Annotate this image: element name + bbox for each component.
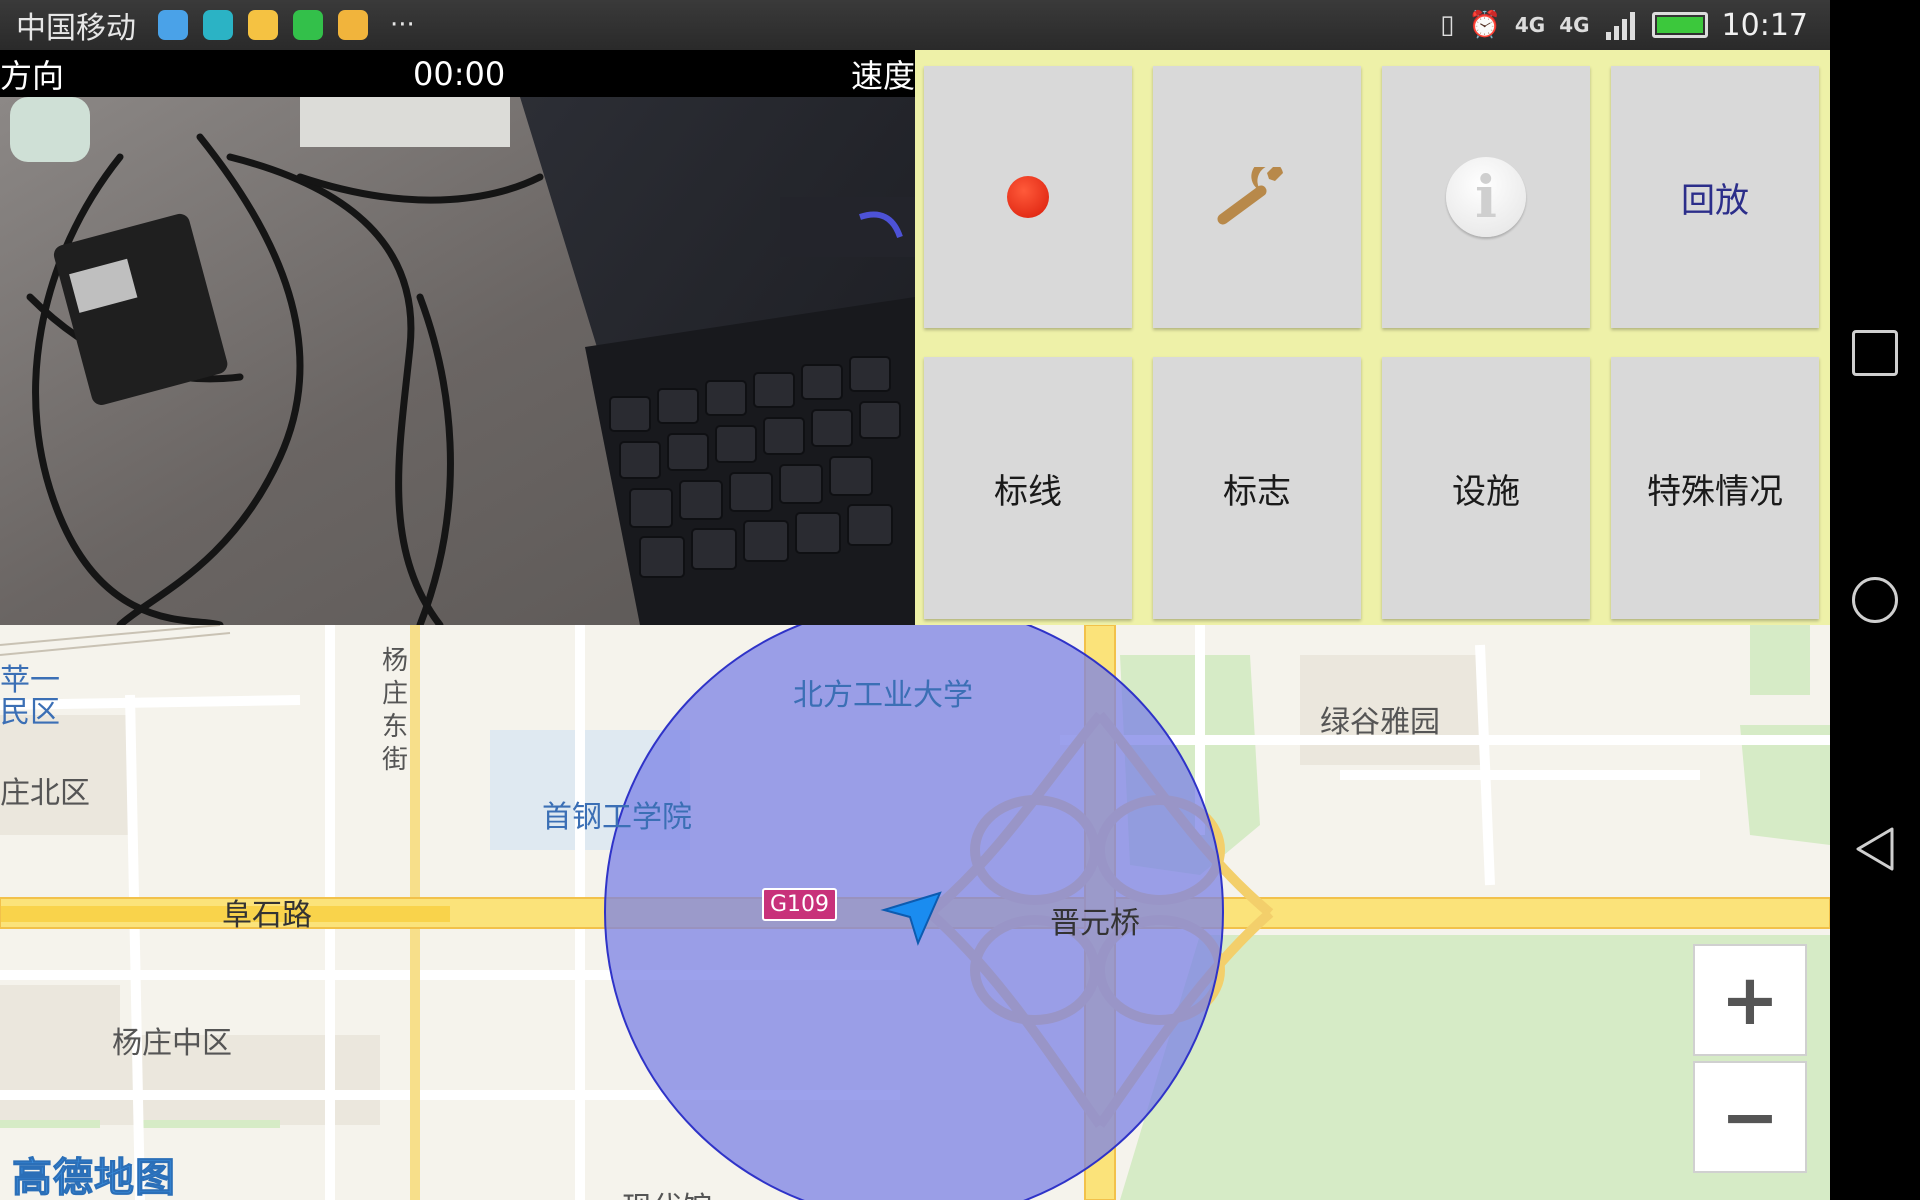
status-bar: 中国移动 ··· ▯ ⏰ 4G 4G 10:17 — [0, 0, 1830, 50]
map-label-green-garden: 绿谷雅园 — [1320, 705, 1440, 740]
special-situation-label: 特殊情况 — [1647, 471, 1783, 512]
marking-line-button[interactable]: 标线 — [924, 357, 1132, 619]
map-label-bottom: 现代馆 — [622, 1183, 712, 1200]
signal-icon — [1605, 12, 1635, 40]
camera-preview: 方向 00:00 速度 — [0, 50, 915, 625]
network-type-1: 4G — [1514, 13, 1546, 37]
map-label-bridge: 晋元桥 — [1050, 906, 1140, 941]
map-label-yangzhuang-north: 庄北区 — [0, 776, 90, 811]
back-icon[interactable] — [1852, 826, 1898, 872]
recent-apps-icon[interactable] — [1852, 330, 1898, 376]
vibrate-icon: ▯ — [1440, 10, 1455, 40]
weibo-icon — [248, 10, 278, 40]
home-icon[interactable] — [1852, 577, 1898, 623]
speed-label: 速度 — [850, 56, 915, 95]
battery-icon — [1651, 12, 1708, 38]
map-label-yangzhuang-mid: 杨庄中区 — [112, 1026, 232, 1061]
marking-line-label: 标线 — [994, 471, 1062, 512]
facility-button[interactable]: 设施 — [1382, 357, 1590, 619]
record-button[interactable] — [924, 66, 1132, 328]
control-panel: i 回放 标线 标志 设施 特殊情况 — [915, 50, 1830, 625]
recording-timer: 00:00 — [413, 54, 506, 93]
facility-label: 设施 — [1452, 471, 1520, 512]
info-button[interactable]: i — [1382, 66, 1590, 328]
map-label-fushi-road: 阜石路 — [222, 898, 312, 933]
map-label-college: 首钢工学院 — [542, 800, 692, 835]
alarm-icon: ⏰ — [1468, 10, 1501, 40]
zoom-in-button[interactable]: + — [1693, 944, 1807, 1056]
wrench-icon — [1217, 167, 1283, 225]
amap-logo: 高德地图 — [12, 1155, 176, 1200]
info-icon: i — [1446, 157, 1526, 237]
map-label-pingyi-residential: 民区 — [0, 695, 60, 730]
android-icon — [203, 10, 233, 40]
wechat-icon — [293, 10, 323, 40]
network-type-2: 4G — [1559, 13, 1590, 37]
record-dot-icon — [1007, 176, 1049, 218]
clock: 10:17 — [1721, 7, 1808, 43]
camera-image — [0, 97, 915, 625]
navigation-bar — [1830, 0, 1920, 1200]
shopping-bag-icon — [338, 10, 368, 40]
direction-label: 方向 — [0, 56, 65, 95]
sign-button[interactable]: 标志 — [1153, 357, 1361, 619]
camera-header: 方向 00:00 速度 — [0, 50, 915, 97]
special-situation-button[interactable]: 特殊情况 — [1611, 357, 1819, 619]
road-badge-g109: G109 — [762, 888, 838, 921]
replay-button[interactable]: 回放 — [1611, 66, 1819, 328]
sign-label: 标志 — [1223, 471, 1291, 512]
zoom-out-button[interactable]: − — [1693, 1061, 1807, 1173]
qq-browser-icon — [158, 10, 188, 40]
overflow-dots: ··· — [390, 10, 415, 40]
map-view[interactable]: 北方工业大学 首钢工学院 绿谷雅园 阜石路 晋元桥 庄北区 杨庄中区 苹一 民区… — [0, 625, 1830, 1200]
replay-label: 回放 — [1681, 180, 1749, 221]
carrier-name: 中国移动 — [16, 11, 136, 46]
map-label-university: 北方工业大学 — [793, 678, 973, 713]
settings-button[interactable] — [1153, 66, 1361, 328]
map-label-street: 杨庄东街 — [382, 646, 409, 775]
